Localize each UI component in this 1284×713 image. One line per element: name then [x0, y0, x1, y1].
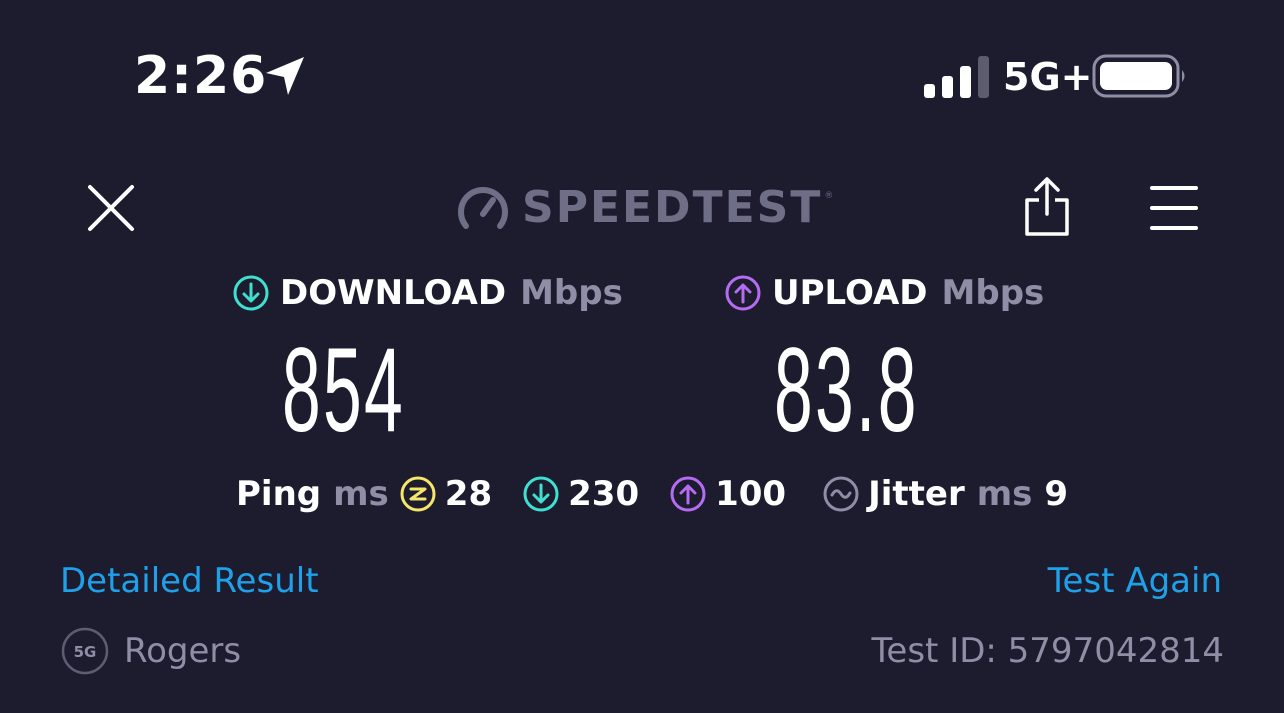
- detailed-result-link[interactable]: Detailed Result: [60, 558, 319, 604]
- network-badge-text: 5G: [74, 643, 97, 661]
- ping-upload-value: 100: [715, 474, 787, 514]
- idle-latency-icon: [400, 476, 436, 512]
- share-icon[interactable]: [1022, 176, 1072, 238]
- provider-info: 5G Rogers: [60, 626, 241, 676]
- close-icon[interactable]: [86, 183, 136, 233]
- battery-icon: [1092, 54, 1185, 98]
- speedometer-icon: [458, 187, 508, 229]
- download-latency-icon: [523, 476, 559, 512]
- status-time: 2:26: [134, 46, 268, 106]
- test-again-link[interactable]: Test Again: [1048, 558, 1222, 604]
- location-arrow-icon: [266, 57, 304, 95]
- provider-name: Rogers: [124, 631, 242, 671]
- download-header: DOWNLOAD Mbps: [232, 268, 623, 318]
- download-label: DOWNLOAD: [280, 273, 507, 313]
- download-arrow-icon: [233, 275, 269, 311]
- network-type: 5G+: [1003, 55, 1093, 99]
- menu-icon[interactable]: [1150, 183, 1198, 233]
- download-unit: Mbps: [520, 273, 623, 313]
- upload-unit: Mbps: [941, 273, 1045, 313]
- ping-idle-value: 28: [444, 474, 493, 514]
- upload-arrow-icon: [725, 275, 761, 311]
- jitter-value: 9: [1044, 474, 1069, 514]
- jitter-label: Jitter: [868, 474, 965, 514]
- ping-download-value: 230: [568, 474, 640, 514]
- test-id: Test ID: 5797042814: [871, 631, 1224, 671]
- upload-speed-value: 83.8: [774, 323, 919, 457]
- logo-text: SPEEDTEST: [522, 182, 823, 233]
- download-speed-value: 854: [282, 323, 406, 457]
- upload-header: UPLOAD Mbps: [724, 268, 1044, 318]
- ping-row: Ping ms 28 230 100 Jitter ms 9: [236, 470, 1068, 518]
- 5g-badge-icon: 5G: [61, 627, 109, 675]
- upload-label: UPLOAD: [772, 273, 928, 313]
- logo-trademark: ®: [824, 191, 834, 201]
- jitter-icon: [823, 476, 859, 512]
- jitter-unit: ms: [976, 474, 1033, 514]
- speedtest-logo: SPEEDTEST ®: [456, 182, 833, 234]
- upload-latency-icon: [670, 476, 706, 512]
- ping-unit: ms: [333, 474, 389, 514]
- cellular-signal-icon: [924, 56, 989, 98]
- ping-label: Ping: [236, 474, 322, 514]
